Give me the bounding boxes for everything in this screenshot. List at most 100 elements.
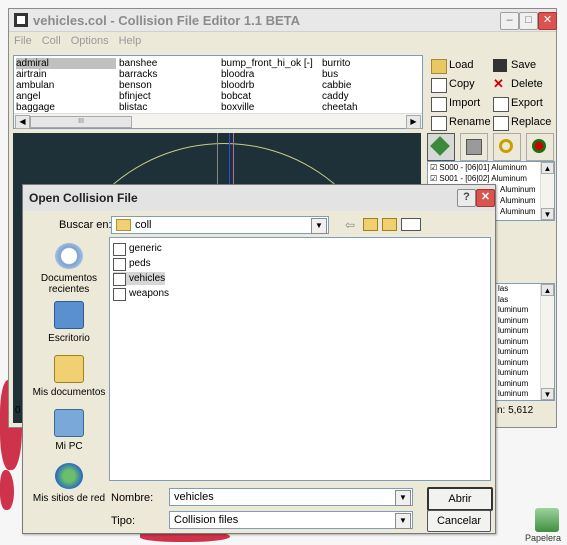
rename-icon <box>431 116 447 131</box>
copy-button[interactable]: Copy <box>431 76 475 93</box>
menu-file[interactable]: File <box>9 33 37 49</box>
menu-options[interactable]: Options <box>66 33 114 49</box>
list-item[interactable]: banshee <box>119 58 157 69</box>
list-item[interactable]: blistac <box>119 102 157 113</box>
my-computer-icon <box>54 409 84 437</box>
list-item[interactable]: ambulan <box>16 80 116 91</box>
file-name: vehicles <box>129 273 166 284</box>
place-my-documents[interactable]: Mis documentos <box>31 355 107 398</box>
export-icon <box>493 97 509 112</box>
file-item[interactable]: vehicles <box>113 272 166 286</box>
collection-file-icon <box>113 243 126 256</box>
vertical-scrollbar[interactable]: ▲ ▼ <box>540 162 554 220</box>
recycle-bin-icon[interactable] <box>535 508 559 532</box>
my-documents-icon <box>54 355 84 383</box>
chevron-down-icon[interactable]: ▼ <box>395 490 411 506</box>
file-item[interactable]: peds <box>113 257 151 271</box>
chevron-down-icon[interactable]: ▼ <box>395 513 411 529</box>
collision-file-list[interactable]: admiral airtrain ambulan angel baggage b… <box>13 55 423 129</box>
scroll-up-button[interactable]: ▲ <box>541 284 554 296</box>
cube-icon <box>466 139 482 155</box>
file-type-label: Tipo: <box>111 515 136 527</box>
open-button[interactable]: Abrir <box>427 487 493 511</box>
replace-button[interactable]: Replace <box>493 114 551 131</box>
new-folder-icon[interactable] <box>382 218 397 231</box>
list-item[interactable]: boxville <box>221 102 313 113</box>
scroll-down-button[interactable]: ▼ <box>541 388 554 400</box>
dialog-close-button[interactable]: ✕ <box>476 189 495 207</box>
view-sphere-button[interactable] <box>493 133 521 161</box>
view-menu-icon[interactable] <box>401 218 421 231</box>
file-browser[interactable]: generic peds vehicles weapons <box>109 237 491 481</box>
file-name: generic <box>129 243 162 254</box>
list-item[interactable]: burrito <box>322 58 358 69</box>
maximize-button[interactable]: □ <box>519 12 538 30</box>
list-item[interactable]: bus <box>322 69 358 80</box>
export-button[interactable]: Export <box>493 95 543 112</box>
file-item[interactable]: weapons <box>113 287 169 301</box>
up-folder-icon[interactable] <box>363 218 378 231</box>
place-network[interactable]: Mis sitios de red <box>31 463 107 504</box>
scroll-thumb[interactable]: III <box>30 116 132 128</box>
look-in-combo[interactable]: coll ▼ <box>111 216 329 234</box>
material-label: S000 - [06|01] Aluminum <box>439 163 527 172</box>
list-item[interactable]: caddy <box>322 91 358 102</box>
folder-open-icon <box>431 59 447 74</box>
view-materials-button[interactable] <box>526 133 554 161</box>
import-label: Import <box>449 97 481 109</box>
list-item[interactable]: bloodra <box>221 69 313 80</box>
checkbox-icon[interactable]: ☑ <box>430 163 439 172</box>
list-item[interactable]: airtrain <box>16 69 116 80</box>
scroll-up-button[interactable]: ▲ <box>541 162 554 174</box>
delete-x-icon: ✕ <box>493 76 504 91</box>
load-button[interactable]: Load <box>431 57 473 74</box>
import-button[interactable]: Import <box>431 95 480 112</box>
rename-button[interactable]: Rename <box>431 114 491 131</box>
scroll-down-button[interactable]: ▼ <box>541 208 554 220</box>
desktop-icon <box>54 301 84 329</box>
place-my-computer[interactable]: Mi PC <box>31 409 107 452</box>
list-item[interactable]: bump_front_hi_ok [-] <box>221 58 313 69</box>
cancel-button[interactable]: Cancelar <box>427 510 491 532</box>
filename-input[interactable]: vehicles ▼ <box>169 488 413 506</box>
vertical-scrollbar[interactable]: ▲ ▼ <box>540 284 554 400</box>
load-label: Load <box>449 59 474 71</box>
back-icon[interactable]: ⇦ <box>345 218 355 232</box>
place-label: Escritorio <box>48 333 90 344</box>
chevron-down-icon[interactable]: ▼ <box>311 218 327 234</box>
list-item[interactable]: admiral <box>16 58 116 69</box>
list-item[interactable]: ☑ S000 - [06|01] Aluminum <box>428 162 554 173</box>
checkbox-icon[interactable]: ☑ <box>430 174 439 183</box>
list-item[interactable]: baggage <box>16 102 116 113</box>
delete-button[interactable]: ✕ Delete <box>493 76 543 93</box>
menu-coll[interactable]: Coll <box>37 33 66 49</box>
view-faces-button[interactable] <box>427 133 455 161</box>
minimize-button[interactable]: – <box>500 12 519 30</box>
close-button[interactable]: ✕ <box>538 12 557 30</box>
list-item[interactable]: benson <box>119 80 157 91</box>
list-item[interactable]: bfinject <box>119 91 157 102</box>
list-item[interactable]: bobcat <box>221 91 313 102</box>
place-desktop[interactable]: Escritorio <box>31 301 107 344</box>
scroll-left-button[interactable]: ◀ <box>15 115 30 129</box>
list-item[interactable]: cheetah <box>322 102 358 113</box>
save-button[interactable]: Save <box>493 57 536 74</box>
list-item[interactable]: bloodrb <box>221 80 313 91</box>
place-recent[interactable]: Documentos recientes <box>31 243 107 295</box>
file-item[interactable]: generic <box>113 242 162 256</box>
help-button[interactable]: ? <box>457 189 476 207</box>
main-titlebar: vehicles.col - Collision File Editor 1.1… <box>9 9 557 32</box>
list-item[interactable]: ☑ S001 - [06|02] Aluminum <box>428 173 554 184</box>
place-label: Documentos recientes <box>40 273 98 295</box>
color-dots-icon <box>532 139 546 153</box>
material-label: Aluminum <box>500 185 536 194</box>
filename-value: vehicles <box>174 491 214 503</box>
list-item[interactable]: angel <box>16 91 116 102</box>
list-item[interactable]: barracks <box>119 69 157 80</box>
list-item[interactable]: cabbie <box>322 80 358 91</box>
menu-help[interactable]: Help <box>114 33 147 49</box>
file-type-select[interactable]: Collision files ▼ <box>169 511 413 529</box>
scroll-right-button[interactable]: ▶ <box>406 115 421 129</box>
horizontal-scrollbar[interactable]: ◀ III ▶ <box>14 113 422 129</box>
view-box-button[interactable] <box>460 133 488 161</box>
